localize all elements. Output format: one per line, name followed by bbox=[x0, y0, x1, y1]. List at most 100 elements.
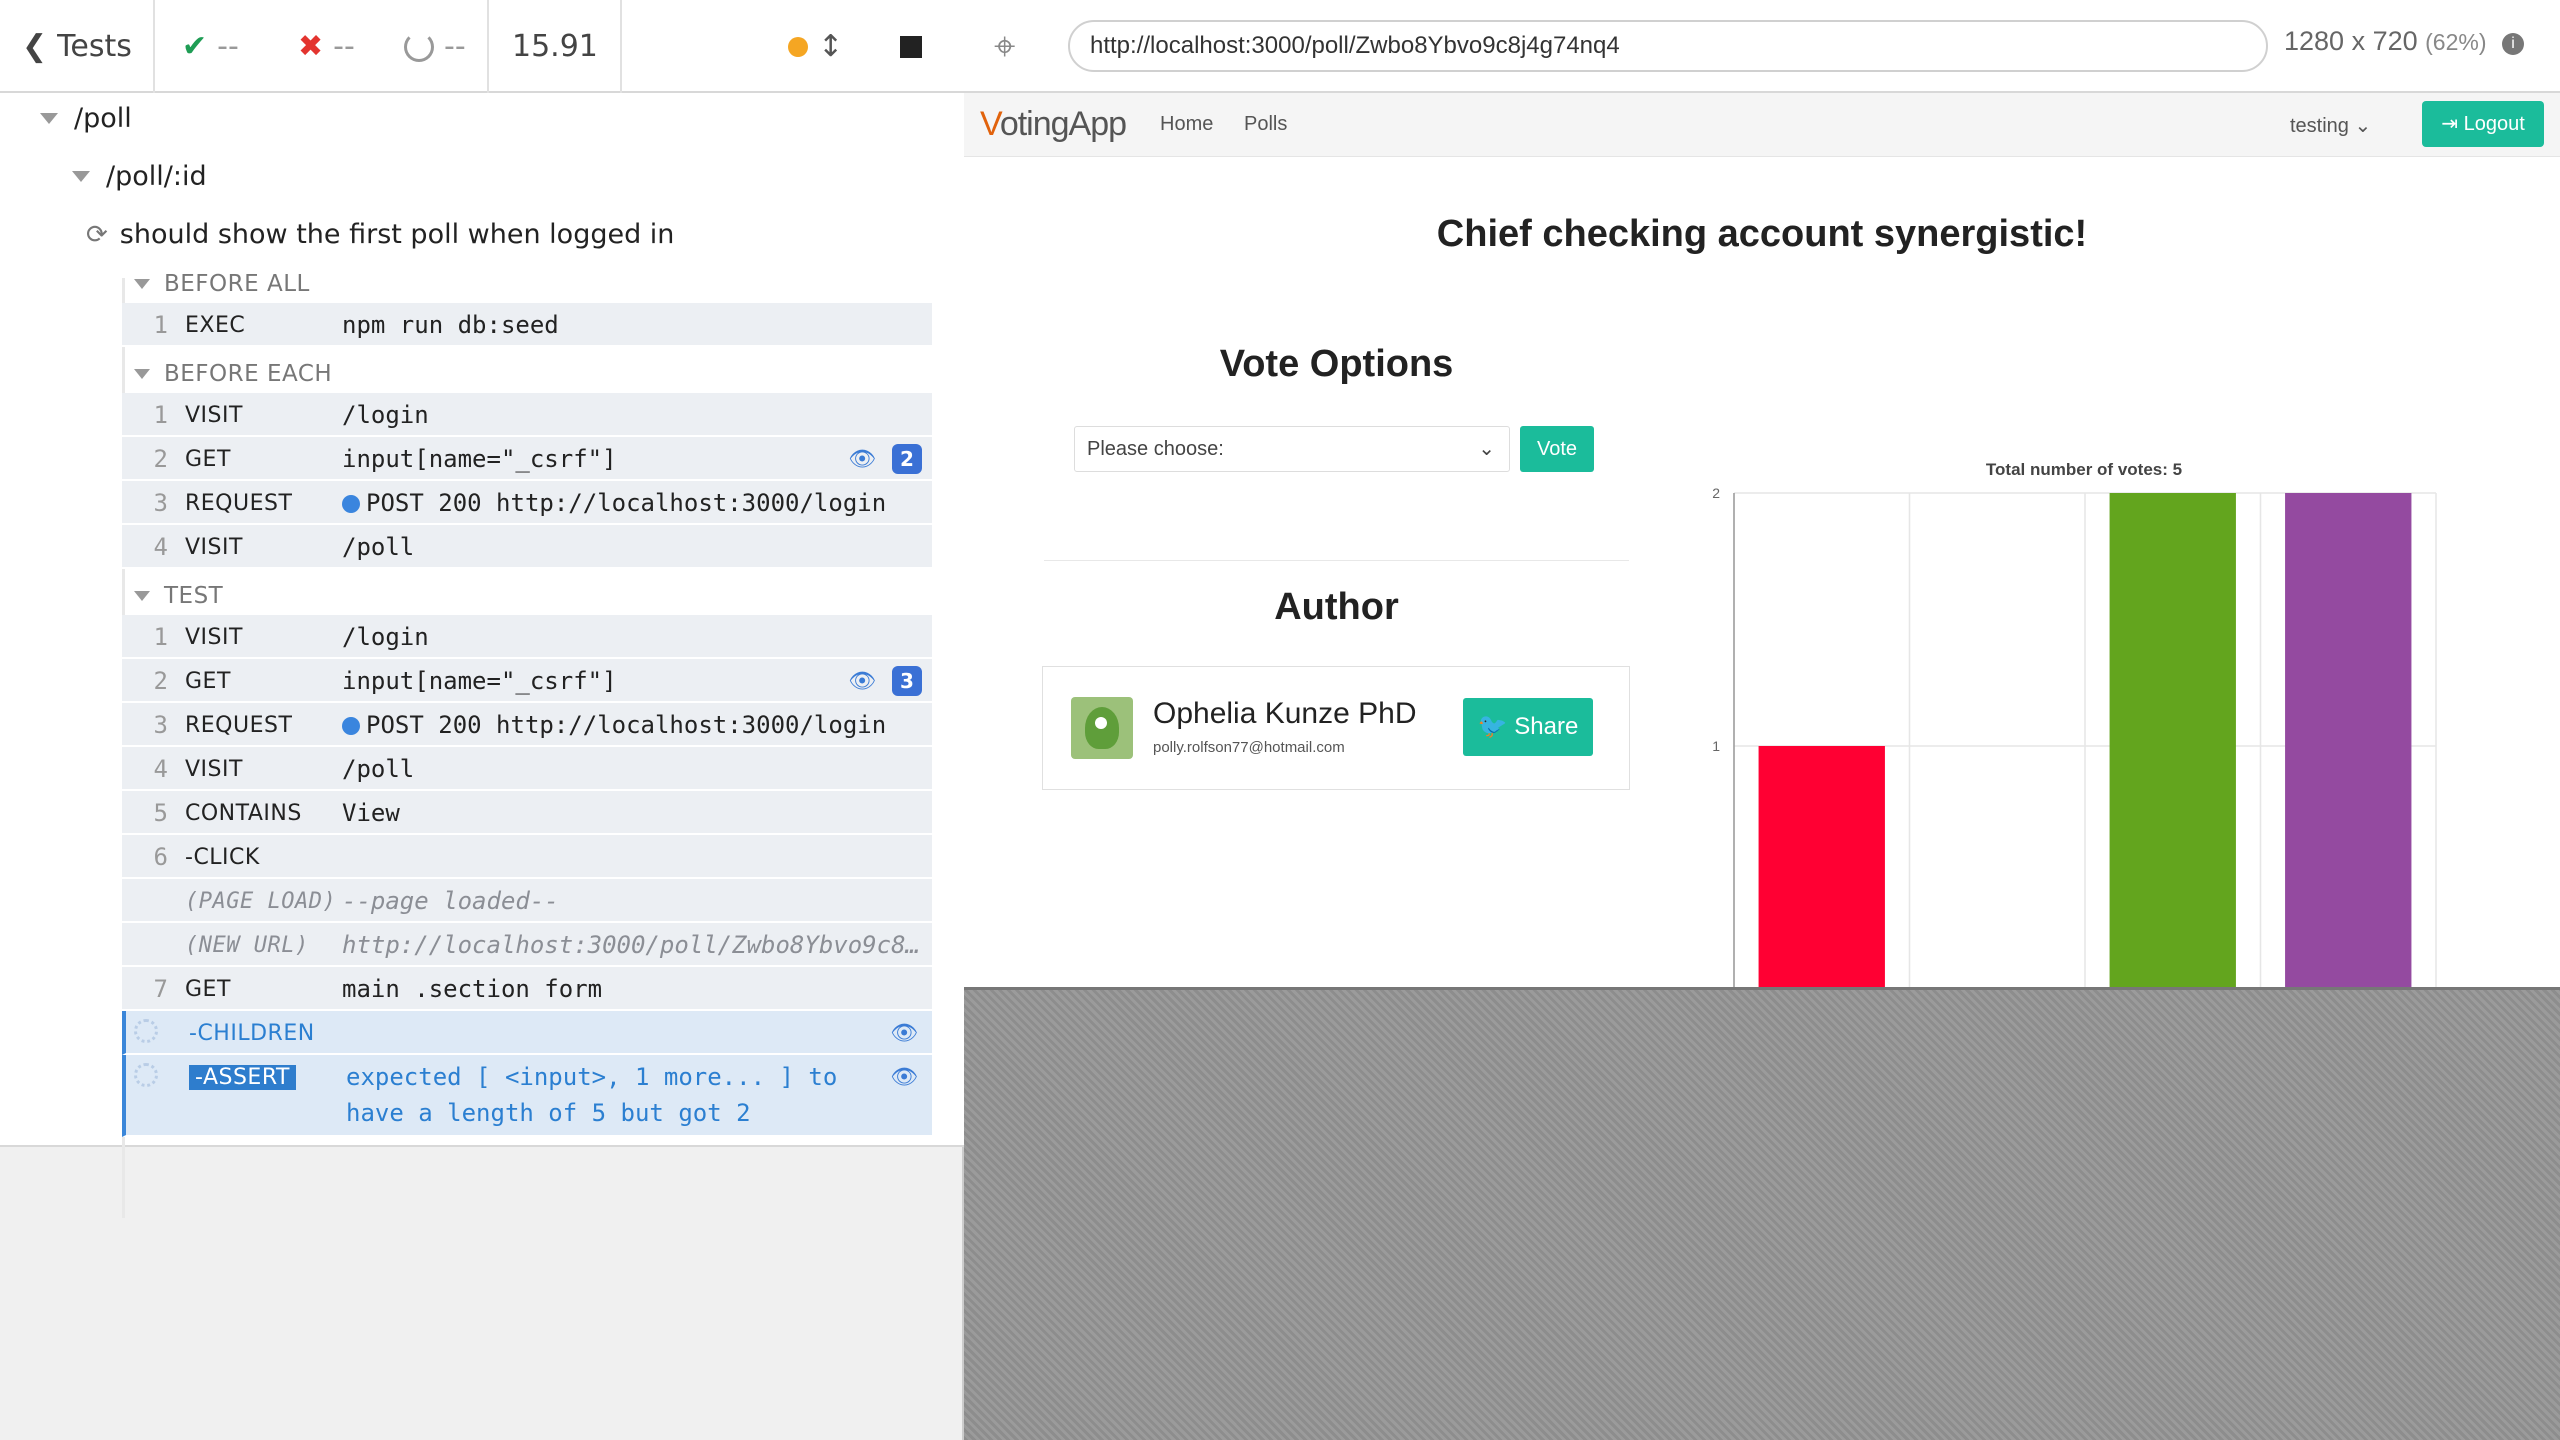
viewport-overflow-area bbox=[964, 990, 2560, 1440]
divider bbox=[1044, 560, 1629, 561]
select-placeholder: Please choose: bbox=[1087, 438, 1224, 460]
back-to-tests-button[interactable]: ❮ Tests bbox=[22, 0, 132, 93]
command-message: POST 200 http://localhost:3000/login bbox=[342, 489, 886, 517]
suite-title: /poll bbox=[74, 103, 132, 134]
viewport-scale: (62%) bbox=[2425, 29, 2487, 55]
command-name: EXEC bbox=[185, 313, 246, 338]
command-message: expected [ <input>, 1 more... ] to bbox=[346, 1063, 838, 1091]
request-text: POST 200 http://localhost:3000/login bbox=[366, 711, 887, 739]
eye-slash-icon: 👁 bbox=[890, 1065, 918, 1090]
author-email: polly.rolfson77@hotmail.com bbox=[1153, 739, 1345, 756]
bar[interactable] bbox=[2109, 493, 2236, 990]
hook-title: TEST bbox=[164, 583, 224, 609]
command-message: /login bbox=[342, 623, 429, 651]
command-row-assert[interactable]: -ASSERT expected [ <input>, 1 more... ] … bbox=[122, 1055, 932, 1137]
command-number: 3 bbox=[153, 711, 168, 739]
command-row[interactable]: 1 EXEC npm run db:seed bbox=[122, 303, 932, 347]
twitter-share-button[interactable]: 🐦 Share bbox=[1463, 698, 1593, 756]
author-avatar bbox=[1071, 697, 1133, 759]
logout-button[interactable]: ⇥ Logout bbox=[2422, 101, 2544, 147]
command-name: (PAGE LOAD) bbox=[185, 889, 337, 914]
hook-title: BEFORE ALL bbox=[164, 271, 310, 297]
auto-scroll-toggle[interactable]: ↕ bbox=[788, 0, 843, 93]
info-icon[interactable]: i bbox=[2502, 33, 2525, 55]
command-row[interactable]: 4 VISIT /poll bbox=[122, 525, 932, 569]
command-row[interactable]: 2 GET input[name="_csrf"] 👁 2 bbox=[122, 437, 932, 481]
caret-down-icon bbox=[40, 113, 58, 124]
test-title-text: should show the first poll when logged i… bbox=[119, 219, 675, 250]
command-row-event[interactable]: (PAGE LOAD) --page loaded-- bbox=[122, 879, 932, 923]
twitter-icon: 🐦 bbox=[1477, 713, 1508, 740]
command-row-event[interactable]: (NEW URL) http://localhost:3000/poll/Zwb… bbox=[122, 923, 932, 967]
app-navbar: VotingApp Home Polls testing ⌄ ⇥ Logout bbox=[964, 93, 2560, 157]
bar[interactable] bbox=[2285, 493, 2412, 990]
command-message: input[name="_csrf"] bbox=[342, 445, 617, 473]
test-title[interactable]: ⟳ should show the first poll when logged… bbox=[86, 219, 674, 250]
duration: 15.91 bbox=[512, 0, 598, 93]
command-row[interactable]: 6 -CLICK bbox=[122, 835, 932, 879]
command-number: 4 bbox=[153, 755, 168, 783]
running-dot-icon bbox=[788, 36, 808, 57]
command-message-line2: have a length of 5 but got 2 bbox=[346, 1099, 751, 1127]
back-label: Tests bbox=[57, 29, 132, 64]
spinner-icon bbox=[134, 1063, 158, 1087]
hook-before-each[interactable]: BEFORE EACH bbox=[134, 361, 332, 387]
stop-icon bbox=[900, 35, 922, 58]
duration-value: 15.91 bbox=[512, 29, 598, 64]
nav-home-link[interactable]: Home bbox=[1160, 113, 1213, 136]
brand-initial: V bbox=[980, 105, 1001, 143]
command-number: 7 bbox=[153, 975, 168, 1003]
bar[interactable] bbox=[1758, 746, 1885, 990]
command-name: VISIT bbox=[185, 535, 243, 560]
command-message: POST 200 http://localhost:3000/login bbox=[342, 711, 886, 739]
suite-poll[interactable]: /poll bbox=[40, 103, 132, 134]
command-number: 1 bbox=[153, 311, 168, 339]
vote-option-select[interactable]: Please choose: ⌄ bbox=[1074, 426, 1510, 472]
nav-polls-link[interactable]: Polls bbox=[1244, 113, 1287, 136]
command-row[interactable]: 7 GET main .section form bbox=[122, 967, 932, 1011]
url-bar: ⌖ http://localhost:3000/poll/Zwbo8Ybvo9c… bbox=[964, 0, 2560, 93]
cross-icon: ✖ bbox=[298, 29, 324, 64]
author-heading: Author bbox=[1274, 586, 1399, 628]
refresh-icon: ⟳ bbox=[86, 219, 108, 250]
brand-logo[interactable]: VotingApp bbox=[980, 105, 1127, 144]
selector-playground-icon[interactable]: ⌖ bbox=[994, 24, 1015, 69]
votes-bar-chart: Total number of votes: 5012Auto loan acc… bbox=[1712, 460, 2437, 990]
command-number: 4 bbox=[153, 533, 168, 561]
command-row-pending[interactable]: -CHILDREN 👁 bbox=[122, 1011, 932, 1055]
scroll-arrows-icon: ↕ bbox=[818, 29, 844, 64]
chevron-left-icon: ❮ bbox=[22, 29, 48, 64]
command-name: REQUEST bbox=[185, 713, 293, 738]
command-name: -ASSERT bbox=[189, 1065, 296, 1090]
command-number: 3 bbox=[153, 489, 168, 517]
author-card: Ophelia Kunze PhD polly.rolfson77@hotmai… bbox=[1042, 666, 1630, 790]
command-row[interactable]: 3 REQUEST POST 200 http://localhost:3000… bbox=[122, 703, 932, 747]
eye-slash-icon: 👁 bbox=[890, 1021, 918, 1046]
vote-button[interactable]: Vote bbox=[1520, 426, 1594, 472]
hook-before-all[interactable]: BEFORE ALL bbox=[134, 271, 310, 297]
command-row[interactable]: 2 GET input[name="_csrf"] 👁 3 bbox=[122, 659, 932, 703]
poll-title: Chief checking account synergistic! bbox=[1436, 213, 2088, 255]
chart-title: Total number of votes: 5 bbox=[1986, 460, 2182, 479]
suite-poll-id[interactable]: /poll/:id bbox=[72, 161, 207, 192]
command-row[interactable]: 5 CONTAINS View bbox=[122, 791, 932, 835]
brand-name: otingApp bbox=[999, 105, 1127, 143]
runnables: /poll /poll/:id ⟳ should show the first … bbox=[0, 93, 964, 1218]
command-row[interactable]: 4 VISIT /poll bbox=[122, 747, 932, 791]
command-row[interactable]: 3 REQUEST POST 200 http://localhost:3000… bbox=[122, 481, 932, 525]
caret-down-icon bbox=[134, 591, 150, 601]
command-message: View bbox=[342, 799, 400, 827]
url-input[interactable]: http://localhost:3000/poll/Zwbo8Ybvo9c8j… bbox=[1068, 20, 2268, 72]
command-row[interactable]: 1 VISIT /login bbox=[122, 615, 932, 659]
command-log-panel: ❮ Tests ✔ -- ✖ -- -- 15.91 ↕ /poll /poll… bbox=[0, 0, 964, 1440]
vote-options-heading: Vote Options bbox=[1219, 343, 1454, 385]
request-text: POST 200 http://localhost:3000/login bbox=[366, 489, 887, 517]
command-name: GET bbox=[185, 447, 231, 472]
user-menu-label: testing bbox=[2290, 115, 2349, 137]
stop-button[interactable] bbox=[900, 0, 922, 93]
user-menu[interactable]: testing ⌄ bbox=[2290, 113, 2371, 138]
pending-circle-icon bbox=[404, 31, 434, 62]
command-row[interactable]: 1 VISIT /login bbox=[122, 393, 932, 437]
hook-test[interactable]: TEST bbox=[134, 583, 223, 609]
command-name: -CHILDREN bbox=[189, 1021, 315, 1046]
